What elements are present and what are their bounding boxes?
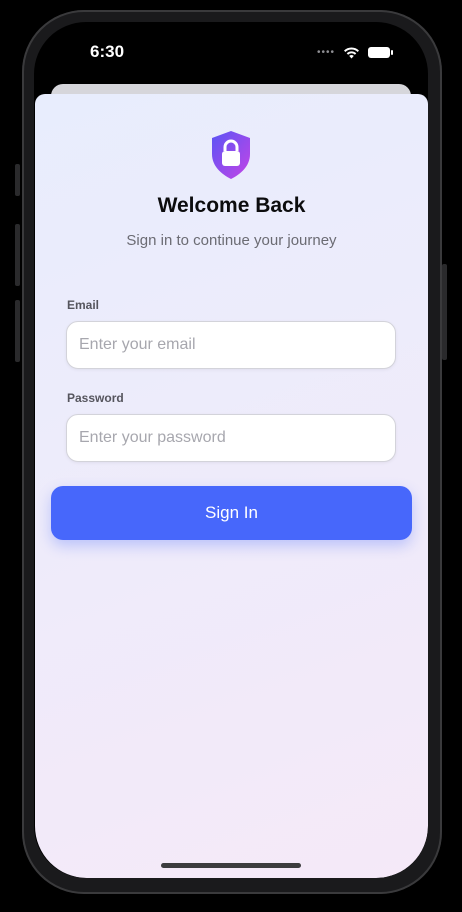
page-subtitle: Sign in to continue your journey	[126, 232, 337, 249]
signal-dots-icon: ••••	[316, 47, 335, 58]
email-field[interactable]	[66, 321, 396, 369]
side-button-volume-down	[15, 300, 20, 362]
password-label: Password	[67, 391, 124, 405]
page-title: Welcome Back	[157, 194, 306, 217]
status-time: 6:30	[90, 42, 125, 61]
side-button-volume-up	[15, 224, 20, 286]
status-icons: ••••	[316, 46, 393, 59]
side-button-power	[442, 264, 447, 360]
wifi-icon	[344, 47, 359, 59]
login-sheet: Welcome Back Sign in to continue your jo…	[35, 94, 428, 878]
home-indicator[interactable]	[161, 863, 301, 868]
lock-shield-icon	[210, 130, 252, 180]
side-button-mute	[15, 164, 20, 196]
screen: 6:30 •••• Welcome Back Sign in to contin…	[34, 22, 428, 878]
sign-in-button[interactable]: Sign In	[51, 486, 412, 540]
password-field[interactable]	[66, 414, 396, 462]
email-label: Email	[67, 298, 100, 312]
battery-icon	[368, 47, 393, 58]
